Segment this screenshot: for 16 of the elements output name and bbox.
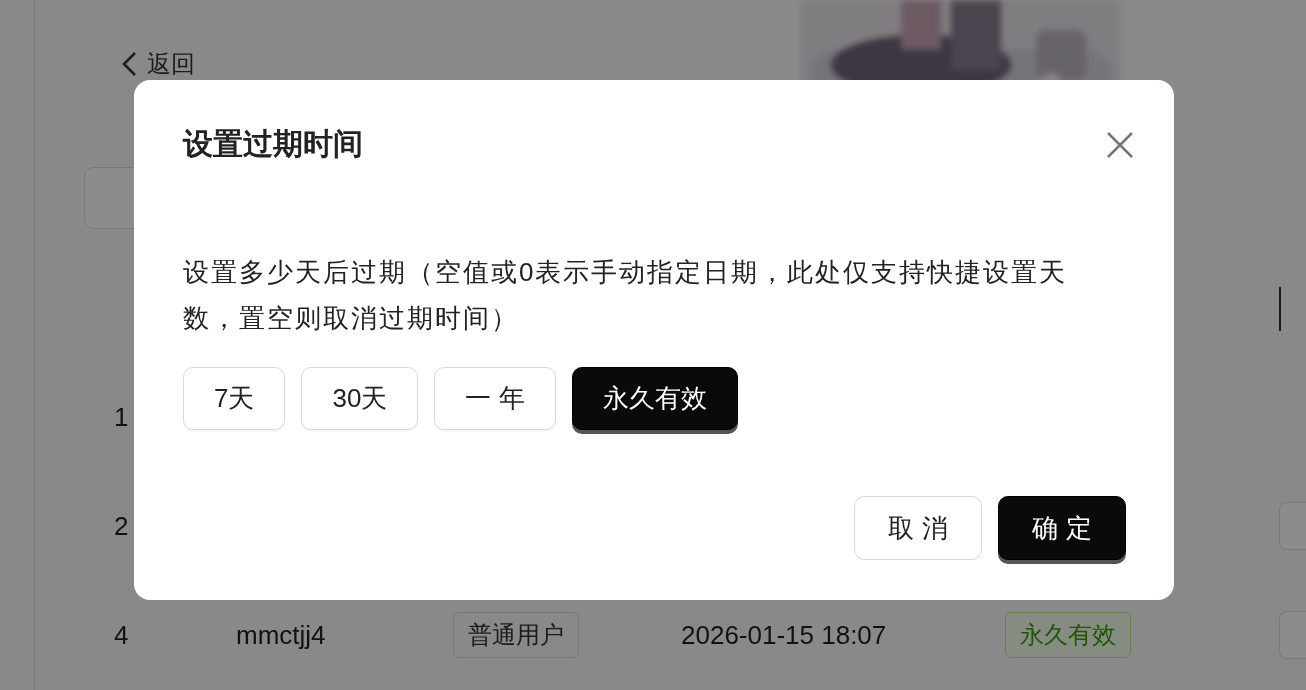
preset-button[interactable]: 7天 [183, 367, 286, 430]
role-tag: 普通用户 [453, 612, 579, 659]
table-cell-text: 1 [114, 401, 130, 433]
table-cell-text: mmctjj4 [236, 619, 327, 651]
preset-button[interactable]: 一 年 [434, 367, 556, 430]
cancel-button[interactable]: 取 消 [854, 496, 982, 560]
dialog-title: 设置过期时间 [183, 126, 363, 162]
preset-button[interactable]: 30天 [301, 367, 419, 430]
table-cell-text: 4 [114, 619, 130, 651]
table-cell-text: 2 [114, 510, 130, 542]
table-cell-text: 2026-01-15 18:07 [681, 619, 888, 651]
chevron-left-icon [121, 51, 137, 77]
dialog-description: 设置多少天后过期（空值或0表示手动指定日期，此处仅支持快捷设置天数，置空则取消过期时间） [183, 256, 1069, 335]
back-link[interactable]: 返回 [121, 48, 195, 80]
close-icon[interactable] [1106, 130, 1134, 159]
status-tag: 永久有效 [1005, 612, 1131, 659]
